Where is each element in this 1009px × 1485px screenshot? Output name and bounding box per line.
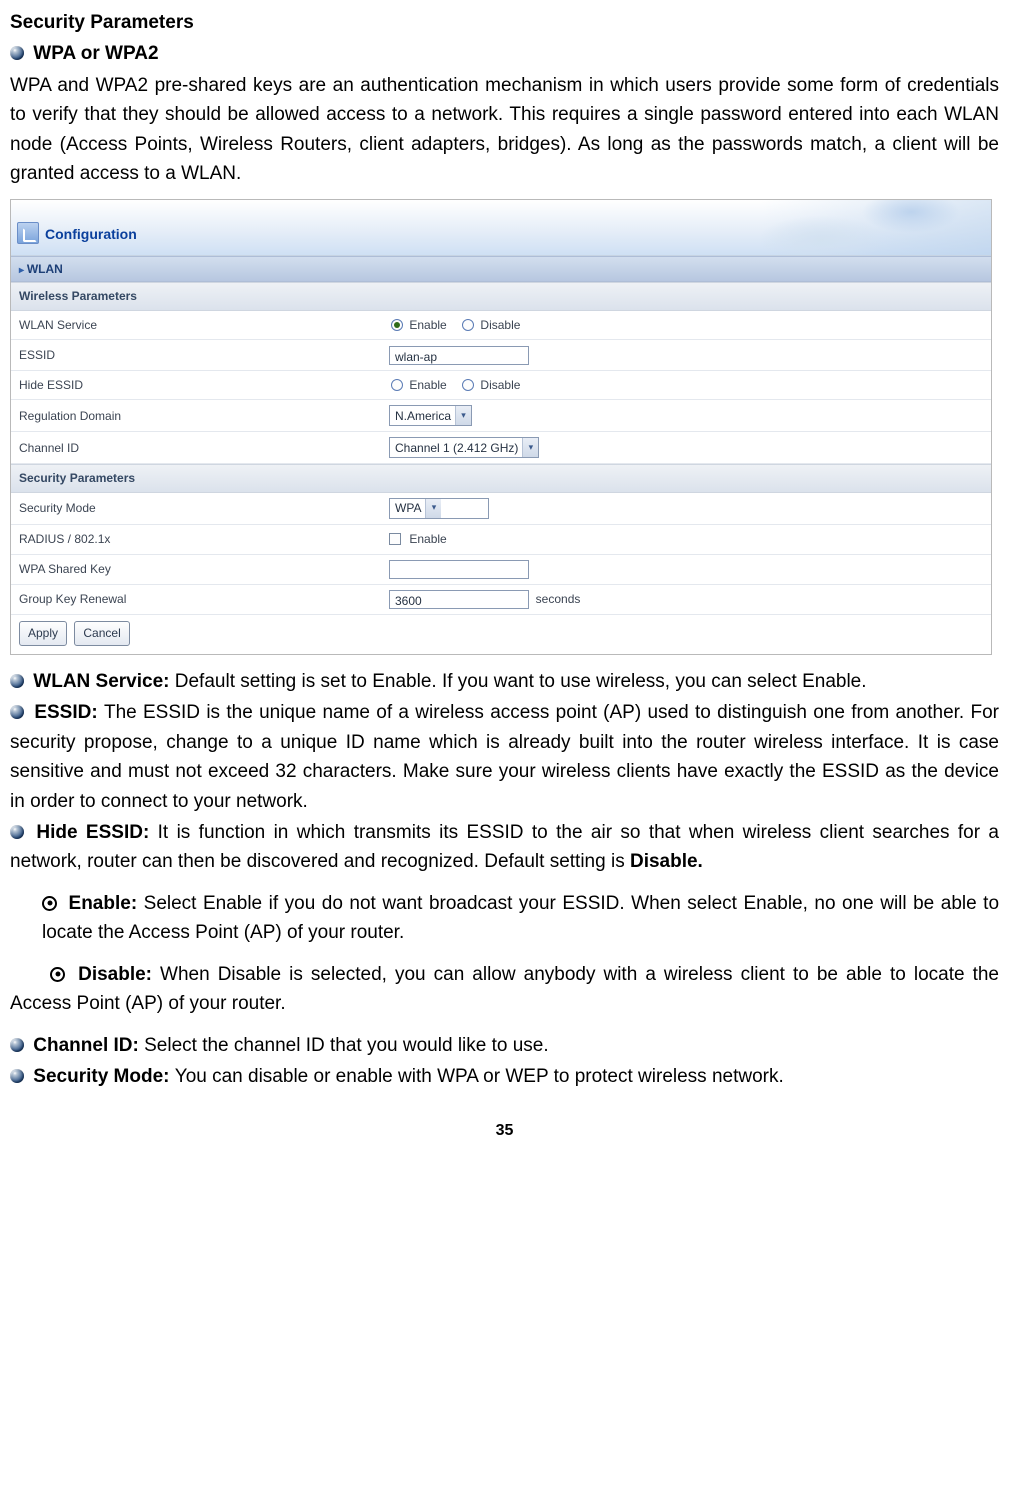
security-mode-text: You can disable or enable with WPA or WE…	[175, 1066, 784, 1087]
config-icon	[17, 222, 39, 244]
row-security-mode: Security Mode WPA ▾	[11, 493, 991, 525]
wlan-service-text: Default setting is set to Enable. If you…	[175, 671, 867, 692]
config-title: Configuration	[45, 224, 137, 246]
wlan-service-label: WLAN Service:	[33, 671, 174, 692]
row-radius: RADIUS / 802.1x Enable	[11, 524, 991, 554]
chevron-down-icon: ▾	[522, 438, 538, 457]
row-hide-essid: Hide ESSID Enable Disable	[11, 370, 991, 400]
opt-enable: Enable	[409, 318, 446, 332]
hide-essid-disable-bold: Disable.	[630, 851, 703, 872]
lbl-radius-enable: Enable	[409, 532, 446, 546]
opt-hide-enable: Enable	[409, 378, 446, 392]
lbl-group-key: Group Key Renewal	[11, 584, 381, 614]
security-mode-label: Security Mode:	[33, 1066, 174, 1087]
radio-hide-disable[interactable]	[462, 379, 474, 391]
input-wpa-key[interactable]	[389, 560, 529, 579]
header-art	[761, 200, 991, 255]
disable-label: Disable:	[78, 964, 160, 985]
lbl-wpa-key: WPA Shared Key	[11, 554, 381, 584]
security-parameters-header: Security Parameters	[11, 464, 991, 493]
para-hide-essid: Hide ESSID: It is function in which tran…	[10, 818, 999, 877]
sphere-bullet-icon	[10, 46, 24, 60]
para-channel-id: Channel ID: Select the channel ID that y…	[10, 1031, 999, 1060]
row-channel-id: Channel ID Channel 1 (2.412 GHz) ▾	[11, 432, 991, 464]
circle-dot-icon	[42, 896, 57, 911]
security-params-table: Security Mode WPA ▾ RADIUS / 802.1x Enab…	[11, 493, 991, 615]
lbl-security-mode: Security Mode	[11, 493, 381, 525]
page-number: 35	[10, 1119, 999, 1144]
channel-id-text: Select the channel ID that you would lik…	[144, 1035, 549, 1056]
wireless-parameters-header: Wireless Parameters	[11, 282, 991, 311]
select-channel-id-value: Channel 1 (2.412 GHz)	[395, 439, 518, 458]
radio-wlan-disable[interactable]	[462, 319, 474, 331]
wlan-section-link[interactable]: WLAN	[11, 256, 991, 283]
button-row: Apply Cancel	[11, 615, 991, 654]
lbl-channel-id: Channel ID	[11, 432, 381, 464]
bullet-wpa: WPA or WPA2	[10, 39, 999, 68]
opt-hide-disable: Disable	[480, 378, 520, 392]
select-security-mode[interactable]: WPA ▾	[389, 498, 489, 519]
sub-disable: Disable: When Disable is selected, you c…	[10, 960, 999, 1019]
radio-wlan-enable[interactable]	[391, 319, 403, 331]
select-channel-id[interactable]: Channel 1 (2.412 GHz) ▾	[389, 437, 539, 458]
essid-label: ESSID:	[34, 702, 104, 723]
sub-enable: Enable: Select Enable if you do not want…	[42, 889, 999, 948]
sphere-bullet-icon	[10, 1069, 24, 1083]
hide-essid-label: Hide ESSID:	[36, 822, 157, 843]
checkbox-radius[interactable]	[389, 533, 401, 545]
opt-disable: Disable	[480, 318, 520, 332]
enable-label: Enable:	[69, 893, 144, 914]
input-essid[interactable]: wlan-ap	[389, 346, 529, 365]
sphere-bullet-icon	[10, 825, 24, 839]
apply-button[interactable]: Apply	[19, 621, 67, 646]
input-group-key[interactable]: 3600	[389, 590, 529, 609]
wpa-paragraph: WPA and WPA2 pre-shared keys are an auth…	[10, 71, 999, 189]
sphere-bullet-icon	[10, 705, 24, 719]
select-reg-domain[interactable]: N.America ▾	[389, 405, 472, 426]
row-group-key: Group Key Renewal 3600 seconds	[11, 584, 991, 614]
radio-hide-enable[interactable]	[391, 379, 403, 391]
lbl-radius: RADIUS / 802.1x	[11, 524, 381, 554]
lbl-essid: ESSID	[11, 340, 381, 370]
row-wlan-service: WLAN Service Enable Disable	[11, 311, 991, 340]
lbl-seconds: seconds	[536, 592, 581, 606]
para-wlan-service: WLAN Service: Default setting is set to …	[10, 667, 999, 696]
circle-dot-icon	[50, 967, 65, 982]
wireless-params-table: WLAN Service Enable Disable ESSID wlan-a…	[11, 311, 991, 465]
lbl-wlan-service: WLAN Service	[11, 311, 381, 340]
row-reg-domain: Regulation Domain N.America ▾	[11, 400, 991, 432]
select-security-mode-value: WPA	[395, 499, 421, 518]
row-essid: ESSID wlan-ap	[11, 340, 991, 370]
enable-text: Select Enable if you do not want broadca…	[42, 893, 999, 943]
para-security-mode: Security Mode: You can disable or enable…	[10, 1062, 999, 1091]
select-reg-domain-value: N.America	[395, 407, 451, 426]
lbl-hide-essid: Hide ESSID	[11, 370, 381, 400]
sphere-bullet-icon	[10, 1038, 24, 1052]
sphere-bullet-icon	[10, 674, 24, 688]
chevron-down-icon: ▾	[425, 499, 441, 518]
lbl-reg-domain: Regulation Domain	[11, 400, 381, 432]
chevron-down-icon: ▾	[455, 406, 471, 425]
heading-security-parameters: Security Parameters	[10, 8, 999, 37]
cancel-button[interactable]: Cancel	[74, 621, 129, 646]
hide-essid-text-a: It is function in which transmits its ES…	[10, 822, 999, 872]
wpa-or-wpa2-label: WPA or WPA2	[33, 43, 158, 64]
config-screenshot: Configuration WLAN Wireless Parameters W…	[10, 199, 992, 655]
para-essid: ESSID: The ESSID is the unique name of a…	[10, 698, 999, 816]
channel-id-label: Channel ID:	[33, 1035, 144, 1056]
row-wpa-key: WPA Shared Key	[11, 554, 991, 584]
config-header: Configuration	[11, 200, 991, 256]
essid-text: The ESSID is the unique name of a wirele…	[10, 702, 999, 811]
